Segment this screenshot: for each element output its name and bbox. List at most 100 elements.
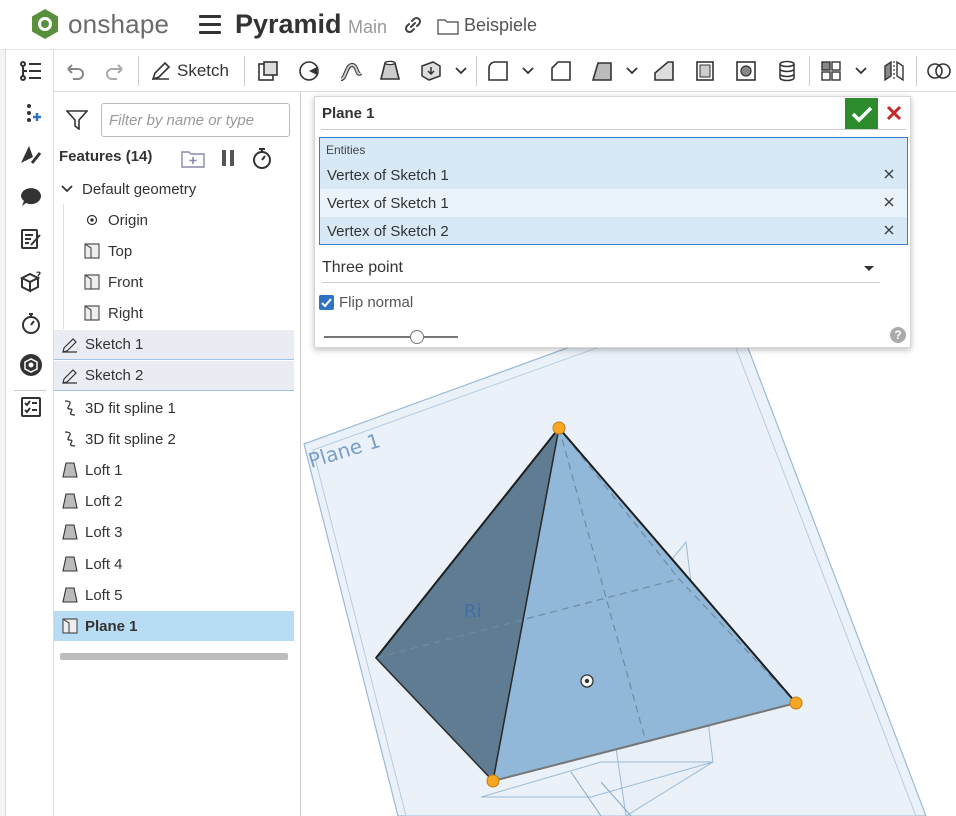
tree-item-label: Loft 1 <box>85 461 123 479</box>
confirm-button[interactable] <box>845 98 878 129</box>
rib-icon[interactable] <box>652 58 676 84</box>
tree-item-spline-2[interactable]: 3D fit spline 2 <box>54 424 294 454</box>
notes-icon[interactable] <box>18 226 44 252</box>
entity-item[interactable]: Vertex of Sketch 2 <box>320 217 907 245</box>
flip-normal-checkbox[interactable] <box>319 295 334 310</box>
remove-entity-icon[interactable] <box>883 168 895 180</box>
close-icon <box>886 105 902 121</box>
shell-icon[interactable] <box>693 58 717 84</box>
sketch-button[interactable]: Sketch <box>150 58 229 84</box>
thread-icon[interactable] <box>775 58 799 84</box>
thicken-icon[interactable] <box>419 58 443 84</box>
entities-label: Entities <box>326 143 366 157</box>
toolbar-separator <box>244 56 245 86</box>
loft-icon[interactable] <box>378 58 402 84</box>
folder-icon <box>437 18 459 35</box>
cancel-button[interactable] <box>883 102 905 124</box>
chevron-down-icon[interactable] <box>521 64 535 78</box>
loft-icon <box>60 585 80 605</box>
plane-icon <box>82 303 102 323</box>
boolean-icon[interactable] <box>926 58 952 84</box>
toolbar-separator <box>809 56 810 86</box>
entities-selection-box[interactable]: Entities Vertex of Sketch 1 Vertex of Sk… <box>319 137 908 245</box>
appearance-icon[interactable] <box>18 142 44 168</box>
entity-item[interactable]: Vertex of Sketch 1 <box>320 189 907 217</box>
toolbar-separator <box>138 56 139 86</box>
tree-item-label: Plane 1 <box>85 617 138 635</box>
tree-item-loft-2[interactable]: Loft 2 <box>54 486 294 516</box>
tree-item-loft-4[interactable]: Loft 4 <box>54 549 294 579</box>
hole-icon[interactable] <box>734 58 758 84</box>
sweep-icon[interactable] <box>338 58 364 84</box>
chevron-down-icon[interactable] <box>60 182 74 196</box>
branch-name[interactable]: Main <box>348 17 387 38</box>
undo-icon[interactable] <box>64 58 86 84</box>
tree-item-loft-5[interactable]: Loft 5 <box>54 580 294 610</box>
checklist-icon[interactable] <box>18 394 44 420</box>
help-icon[interactable]: ? <box>890 327 906 343</box>
tree-item-label: Loft 2 <box>85 492 123 510</box>
checkmark-icon <box>851 106 872 122</box>
chamfer-icon[interactable] <box>549 58 573 84</box>
chevron-down-icon[interactable] <box>454 64 468 78</box>
tree-item-loft-3[interactable]: Loft 3 <box>54 517 294 547</box>
add-folder-icon[interactable] <box>181 148 205 168</box>
spline-icon <box>60 429 80 449</box>
tree-item-top[interactable]: Top <box>54 236 294 266</box>
feature-list-icon[interactable] <box>18 58 44 84</box>
entity-item[interactable]: Vertex of Sketch 1 <box>320 161 907 189</box>
onshape-logo[interactable]: onshape <box>30 8 169 40</box>
tree-item-right[interactable]: Right <box>54 298 294 328</box>
brand-name: onshape <box>68 8 170 39</box>
flip-normal-option[interactable]: Flip normal <box>319 294 413 311</box>
comments-icon[interactable] <box>18 184 44 210</box>
draft-icon[interactable] <box>590 58 614 84</box>
size-slider-track[interactable] <box>324 336 458 338</box>
add-mate-connector-icon[interactable] <box>18 100 44 126</box>
tree-item-label: Top <box>108 242 133 260</box>
size-slider-handle[interactable] <box>410 330 424 344</box>
tree-item-sketch-1[interactable]: Sketch 1 <box>54 330 294 360</box>
plane-type-select[interactable]: Three point <box>322 253 880 283</box>
performance-stopwatch-icon[interactable] <box>18 310 44 336</box>
tree-item-sketch-2[interactable]: Sketch 2 <box>54 361 294 391</box>
remove-entity-icon[interactable] <box>883 224 895 236</box>
flip-normal-label: Flip normal <box>339 294 414 311</box>
filter-input[interactable] <box>101 103 290 137</box>
filter-icon[interactable] <box>65 110 89 135</box>
loft-icon <box>60 522 80 542</box>
tree-item-plane-1[interactable]: Plane 1 <box>54 611 294 641</box>
revolve-icon[interactable] <box>297 58 321 84</box>
link-icon[interactable] <box>403 15 423 40</box>
render-studio-icon[interactable] <box>18 352 44 378</box>
chevron-down-icon[interactable] <box>854 64 868 78</box>
stopwatch-icon[interactable] <box>251 146 273 170</box>
tree-item-label: Loft 5 <box>85 586 123 604</box>
tree-item-label: Sketch 2 <box>85 367 144 384</box>
extrude-icon[interactable] <box>256 58 280 84</box>
remove-entity-icon[interactable] <box>883 196 895 208</box>
horizontal-scrollbar[interactable] <box>60 653 288 660</box>
toolbar-separator <box>476 56 477 86</box>
tree-item-front[interactable]: Front <box>54 267 294 297</box>
tree-item-origin[interactable]: Origin <box>54 205 294 235</box>
redo-icon[interactable] <box>104 58 126 84</box>
plane-feature-dialog: Plane 1 Entities Vertex of Sketch 1 Vert… <box>314 96 911 348</box>
hamburger-menu-icon[interactable] <box>199 15 221 35</box>
folder-breadcrumb[interactable]: Beispiele <box>437 15 537 36</box>
pause-icon[interactable] <box>219 148 237 168</box>
mass-properties-icon[interactable]: ? <box>18 268 44 294</box>
chevron-down-icon[interactable] <box>625 64 639 78</box>
document-title[interactable]: Pyramid <box>235 9 342 40</box>
spline-icon <box>60 398 80 418</box>
plane-type-value: Three point <box>322 258 403 276</box>
pattern-icon[interactable] <box>819 58 843 84</box>
tree-item-loft-1[interactable]: Loft 1 <box>54 455 294 485</box>
tree-item-spline-1[interactable]: 3D fit spline 1 <box>54 393 294 423</box>
tree-group-default-geometry[interactable]: Default geometry <box>54 174 294 204</box>
tree-item-label: 3D fit spline 1 <box>85 399 176 417</box>
fillet-icon[interactable] <box>486 58 510 84</box>
mirror-icon[interactable] <box>882 58 906 84</box>
tree-group-label: Default geometry <box>82 180 197 198</box>
plane-icon <box>82 241 102 261</box>
